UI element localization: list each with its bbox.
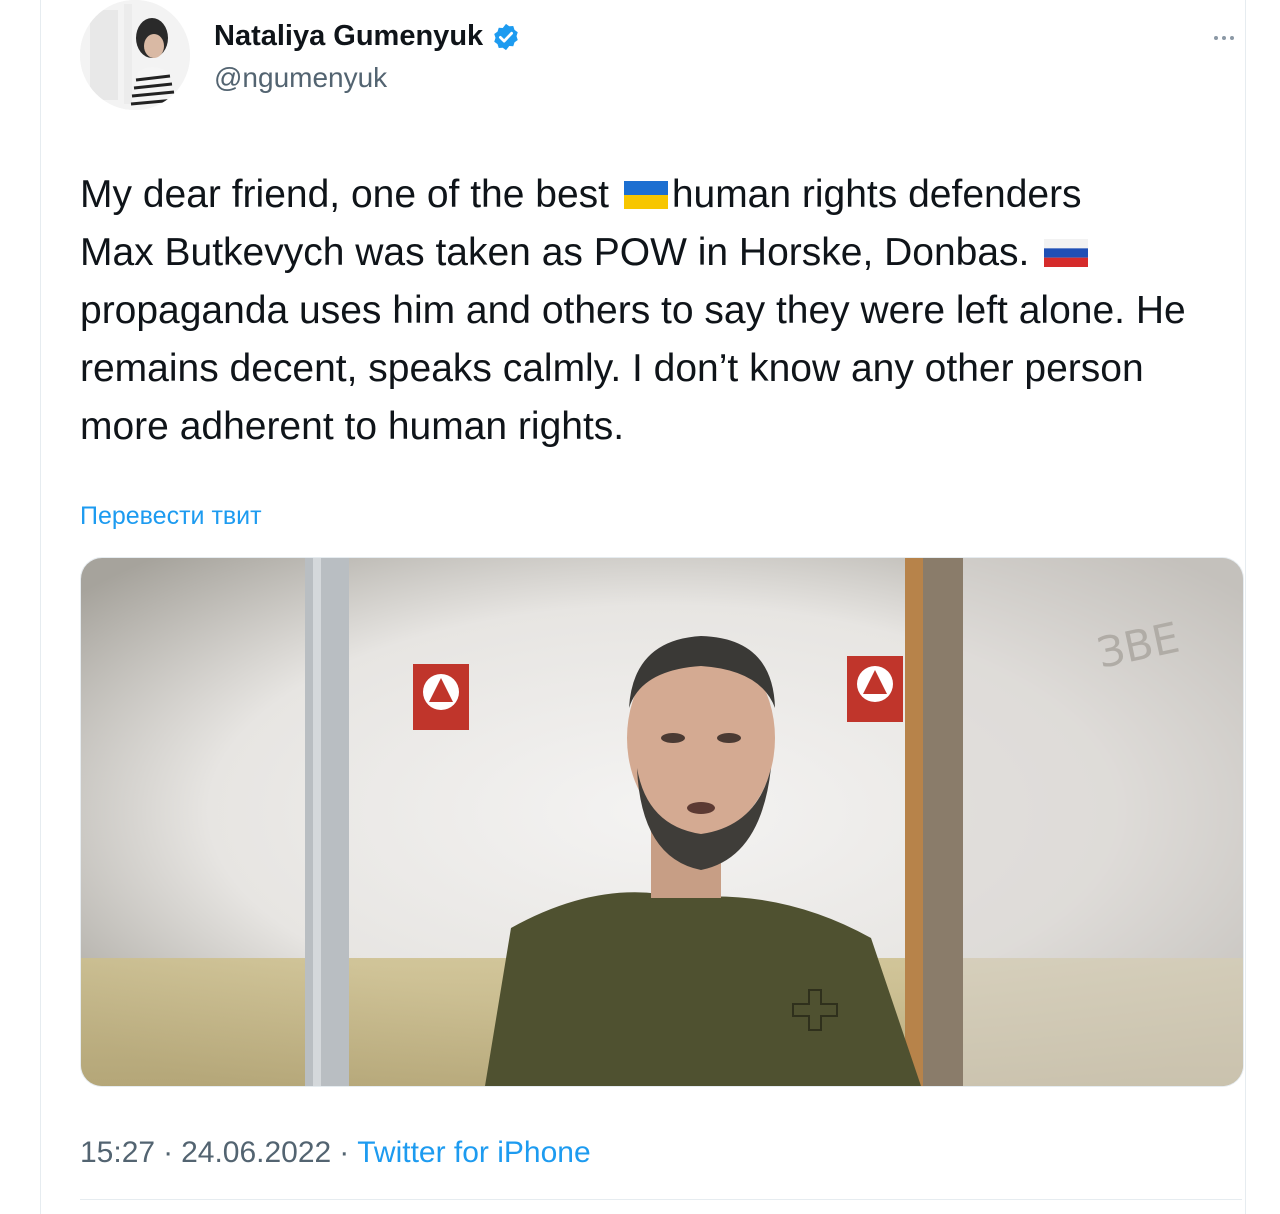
tweet-date[interactable]: 24.06.2022: [181, 1136, 331, 1170]
tweet-metadata: 15:27 · 24.06.2022 · Twitter for iPhone: [80, 1136, 591, 1170]
author-handle[interactable]: @ngumenyuk: [214, 62, 387, 94]
russia-flag-icon: [1044, 239, 1089, 267]
tweet-source-link[interactable]: Twitter for iPhone: [357, 1136, 590, 1170]
tweet-text-part-1: My dear friend, one of the best: [80, 173, 620, 216]
tweet-time[interactable]: 15:27: [80, 1136, 155, 1170]
meta-separator: ·: [339, 1136, 350, 1169]
author-name[interactable]: Nataliya Gumenyuk: [214, 20, 521, 53]
author-name-text: Nataliya Gumenyuk: [214, 20, 484, 52]
tweet-text-part-3: Max Butkevych was taken as POW in Horske…: [80, 231, 1041, 274]
tweet-text-part-4: propaganda uses him and others to say th…: [80, 289, 1186, 448]
tweet-text: My dear friend, one of the best human ri…: [80, 166, 1240, 456]
verified-badge-icon: [494, 23, 518, 50]
tweet-text-part-2: human rights defenders: [671, 173, 1082, 216]
tweet-media-image[interactable]: ЗВЕ: [80, 557, 1244, 1087]
meta-separator: ·: [163, 1136, 174, 1169]
more-options-icon[interactable]: [1204, 26, 1244, 50]
divider: [80, 1199, 1242, 1200]
author-avatar[interactable]: [80, 0, 190, 110]
ukraine-flag-icon: [623, 181, 668, 209]
translate-tweet-link[interactable]: Перевести твит: [80, 502, 262, 531]
